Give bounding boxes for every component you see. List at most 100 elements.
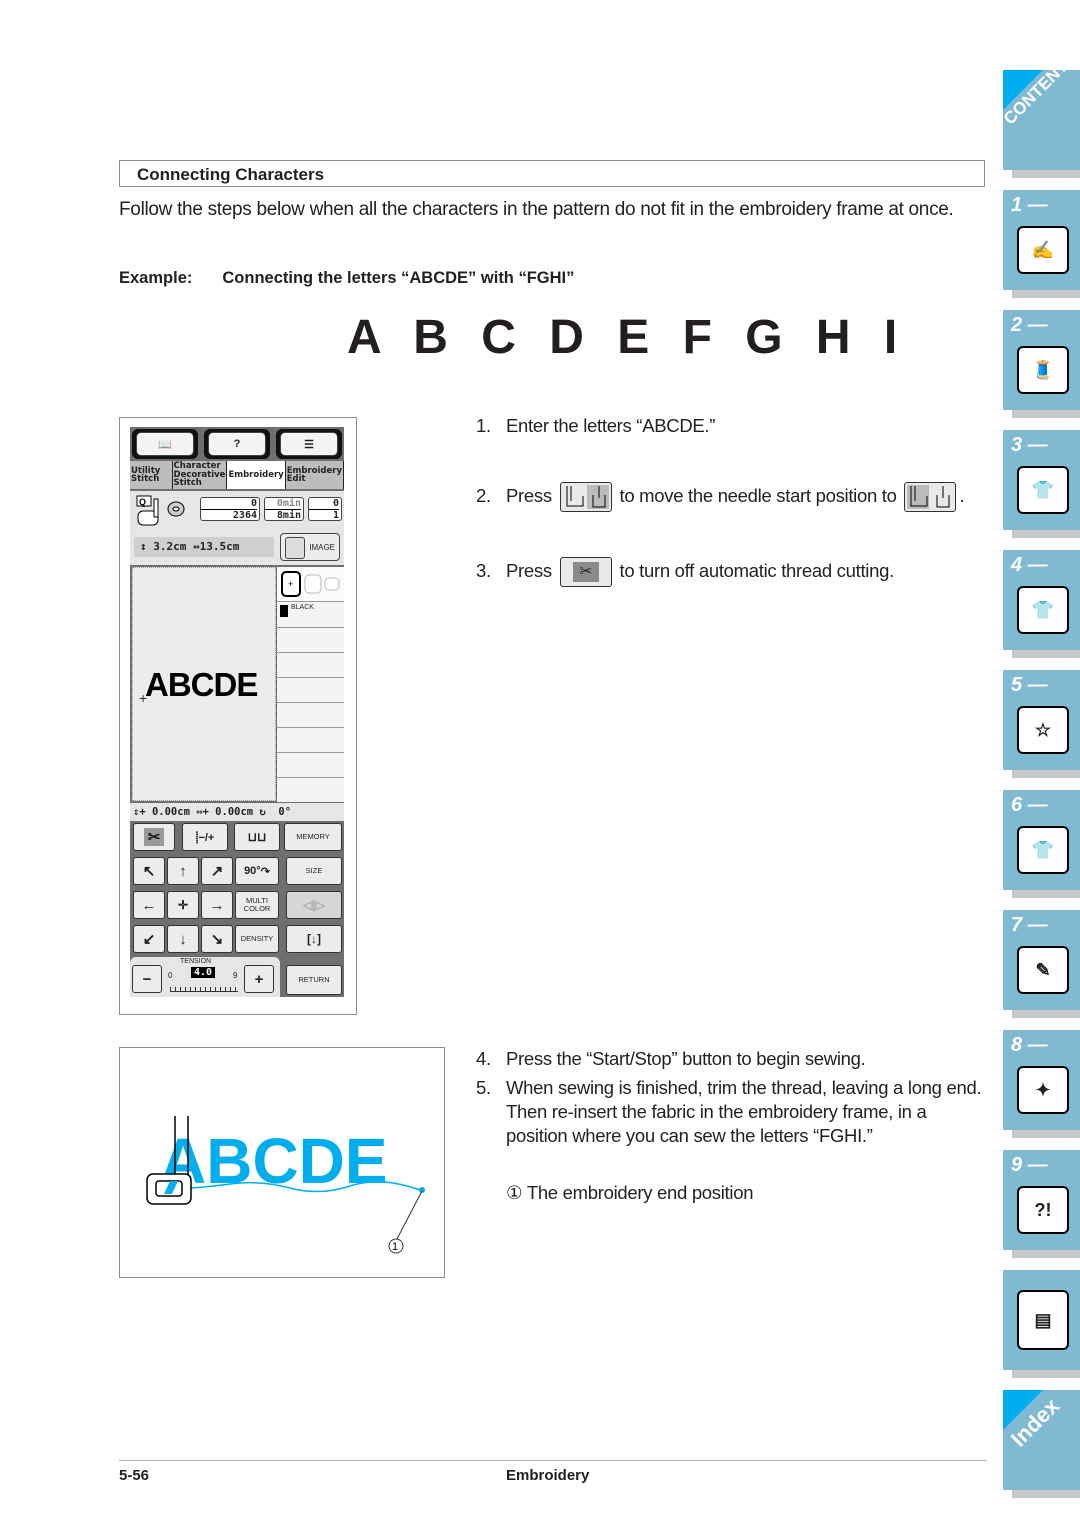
tab-shadow <box>1012 770 1080 778</box>
trial-button[interactable]: [↓] <box>286 925 342 953</box>
svg-text:Q: Q <box>139 497 146 507</box>
lcd-screen: 📖 ? ☰ Utility Stitch Character Decorativ… <box>130 427 344 997</box>
tab-embroidery[interactable]: Embroidery <box>227 461 286 489</box>
return-button[interactable]: RETURN <box>286 965 342 995</box>
rotate-label: 90° <box>244 865 261 877</box>
settings-button[interactable]: ☰ <box>276 429 342 459</box>
machine-maintenance-icon: ✦ <box>1017 1066 1069 1114</box>
manual-button[interactable]: 📖 <box>132 429 198 459</box>
tab-character-decorative[interactable]: Character Decorative Stitch <box>172 461 228 489</box>
side-tab-chapter-6[interactable]: 6 — 👕 <box>1003 790 1080 890</box>
shirt-letters-icon: 👕 <box>1017 826 1069 874</box>
side-tab-chapter-2[interactable]: 2 — 🧵 <box>1003 310 1080 410</box>
mirror-button[interactable]: ◁|▷ <box>286 891 342 919</box>
side-tab-chapter-5[interactable]: 5 — ☆ <box>1003 670 1080 770</box>
thread-color-slot-empty <box>277 702 344 727</box>
side-tab-chapter-4[interactable]: 4 — 👕 <box>1003 550 1080 650</box>
tension-plus-button[interactable]: + <box>244 965 274 993</box>
step-5: 5. When sewing is finished, trim the thre… <box>476 1076 992 1148</box>
stitch-counter: 0 2364 <box>200 497 260 521</box>
density-label: DENSITY <box>240 934 274 943</box>
tension-scale[interactable] <box>170 987 238 992</box>
arrow-down-right-icon: ↘ <box>210 931 224 948</box>
side-tab-chapter-8[interactable]: 8 — ✦ <box>1003 1030 1080 1130</box>
tension-minus-button[interactable]: − <box>132 965 162 993</box>
tab-shadow <box>1012 170 1080 178</box>
minus-label: − <box>142 970 152 988</box>
side-tab-label: 7 — <box>1011 914 1048 936</box>
arrow-up-left-icon: ↖ <box>142 863 156 880</box>
size-row: ↕ 3.2cm ↔13.5cm IMAGE <box>130 531 344 565</box>
step-text: Enter the letters “ABCDE.” <box>506 415 716 436</box>
rotate-button[interactable]: 90° ↷ <box>235 857 279 885</box>
side-tab-label: 1 — <box>1011 194 1048 216</box>
move-right-button[interactable]: → <box>201 891 233 919</box>
side-tab-index[interactable]: Index <box>1003 1390 1080 1490</box>
machine-troubleshoot-icon: ?! <box>1017 1186 1069 1234</box>
needle-start-position-button-inline <box>559 482 612 512</box>
step-number: 1. <box>476 415 491 436</box>
step-number: 4. <box>476 1048 491 1069</box>
needle-start-position-button[interactable]: ⊔⊔ <box>234 823 280 851</box>
needle-center-position-button-inline <box>904 482 957 512</box>
tab-shadow <box>1012 290 1080 298</box>
needle-position-icon <box>907 485 950 509</box>
step-2: 2. Press to move the needle start positio… <box>476 482 965 512</box>
tab-embroidery-edit[interactable]: Embroidery Edit <box>285 461 344 489</box>
section-title: Connecting Characters <box>137 165 325 184</box>
side-tab-label: 5 — <box>1011 674 1048 696</box>
presser-foot-bobbin-icon: Q <box>136 495 185 526</box>
image-button[interactable]: IMAGE <box>280 533 340 561</box>
tab-utility-stitch[interactable]: Utility Stitch <box>130 461 173 489</box>
thread-color-column: + BLACK <box>277 567 344 802</box>
move-up-left-button[interactable]: ↖ <box>133 857 165 885</box>
thread-color-slot-empty <box>277 752 344 777</box>
side-tab-appendix[interactable]: ▤ <box>1003 1270 1080 1370</box>
help-button[interactable]: ? <box>204 429 270 459</box>
time-current: 0min <box>276 498 301 509</box>
rotate-arrow-icon: ↷ <box>260 865 270 878</box>
move-up-button[interactable]: ↑ <box>167 857 199 885</box>
memory-button[interactable]: MEMORY <box>284 823 342 851</box>
sewing-illustration: ABCDE 1 <box>119 1047 445 1278</box>
thread-spool-scissors-icon: 🧵 <box>1017 346 1069 394</box>
tension-label: TENSION <box>180 958 212 965</box>
center-button[interactable]: ✛ <box>167 891 199 919</box>
side-tab-chapter-9[interactable]: 9 —?! <box>1003 1150 1080 1250</box>
multi-color-label: MULTI COLOR <box>243 896 271 913</box>
size-button[interactable]: SIZE <box>286 857 342 885</box>
move-down-button[interactable]: ↓ <box>167 925 199 953</box>
tension-min: 0 <box>168 971 173 980</box>
move-left-button[interactable]: ← <box>133 891 165 919</box>
density-button[interactable]: DENSITY <box>235 925 279 953</box>
side-tab-label: 8 — <box>1011 1034 1048 1056</box>
stitch-count-current: 0 <box>250 498 257 509</box>
side-tab-chapter-7[interactable]: 7 — ✎ <box>1003 910 1080 1010</box>
legend-marker: ① <box>506 1182 523 1203</box>
stitch-count-total: 2364 <box>201 509 257 521</box>
color-total: 1 <box>309 509 339 521</box>
tension-max: 9 <box>233 971 238 980</box>
thread-cut-button[interactable]: ✂ <box>133 823 175 851</box>
multi-color-button[interactable]: MULTI COLOR <box>235 891 279 919</box>
thread-color-slot[interactable]: BLACK <box>277 601 344 628</box>
status-row: Q 0 2364 0min 8min 0 1 <box>130 491 344 531</box>
documents-icon: ▤ <box>1017 1290 1069 1350</box>
move-down-left-button[interactable]: ↙ <box>133 925 165 953</box>
side-tab-chapter-3[interactable]: 3 — 👕 <box>1003 430 1080 530</box>
thread-color-slot-empty <box>277 777 344 802</box>
move-down-right-button[interactable]: ↘ <box>201 925 233 953</box>
stitch-forward-back-button[interactable]: ⸽−/+ <box>182 823 228 851</box>
side-tab-contents[interactable]: CONTENTS <box>1000 49 1080 170</box>
shirt-abc-icon: 👕 <box>1017 586 1069 634</box>
height-icon: ↕ <box>140 540 154 553</box>
side-tab-chapter-1[interactable]: 1 — ✍ <box>1003 190 1080 290</box>
move-up-right-button[interactable]: ↗ <box>201 857 233 885</box>
center-cross-icon: ✛ <box>177 898 189 912</box>
scissors-icon: ✂ <box>143 828 165 846</box>
step-text: to turn off automatic thread cutting. <box>619 559 894 581</box>
step-text: When sewing is finished, trim the thread… <box>506 1077 982 1146</box>
callout-line <box>396 1190 423 1240</box>
callout-number: 1 <box>392 1241 398 1253</box>
side-tab-label: 2 — <box>1011 314 1048 336</box>
